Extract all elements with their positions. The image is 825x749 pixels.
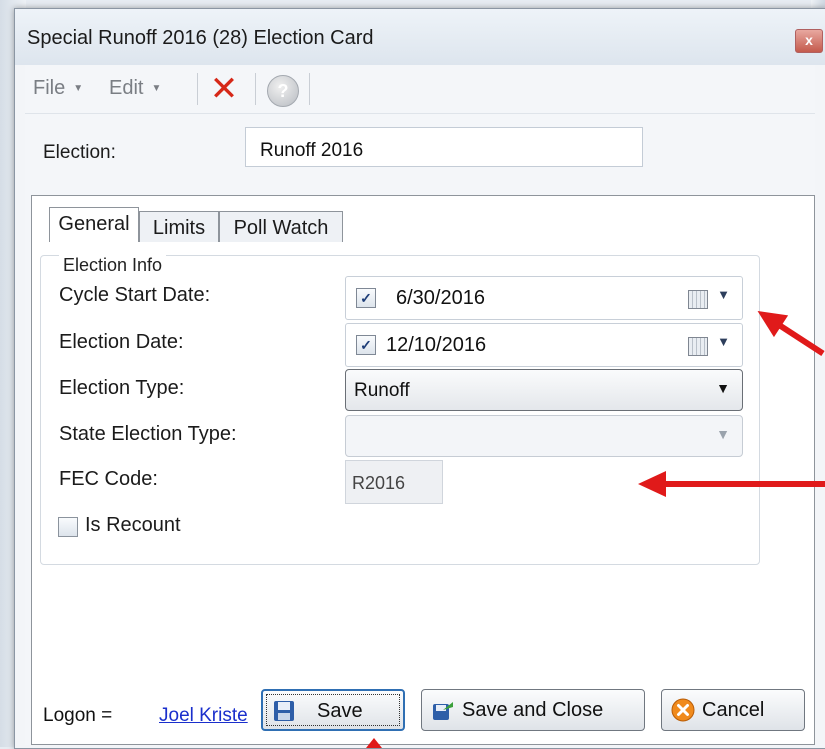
save-close-icon [433,702,453,720]
help-icon[interactable]: ? [267,75,299,107]
file-menu[interactable]: File ▼ [33,77,83,100]
cycle-start-label: Cycle Start Date: [59,284,211,306]
cancel-label: Cancel [702,699,765,721]
menu-bar: File ▼ Edit ▼ ✕ ? [25,65,815,114]
toolbar-separator [197,73,198,105]
window-client: File ▼ Edit ▼ ✕ ? Election: Runoff 2016 Ge… [25,65,815,745]
chevron-down-icon[interactable]: ▼ [717,287,730,302]
tab-general[interactable]: General [49,207,139,244]
fec-code-label: FEC Code: [59,468,158,490]
annotation-arrow [638,471,825,497]
chevron-down-icon[interactable]: ▼ [717,334,730,349]
cancel-button[interactable]: Cancel [661,689,805,731]
chevron-down-icon: ▼ [716,380,730,396]
chevron-down-icon: ▼ [151,83,162,95]
is-recount-label: Is Recount [85,514,181,536]
election-date-checkbox[interactable]: ✓ [356,335,376,355]
save-and-close-button[interactable]: Save and Close [421,689,645,731]
save-label: Save [317,700,363,722]
title-bar: Special Runoff 2016 (28) Election Card x [15,9,825,65]
calendar-icon[interactable] [688,290,708,309]
election-name-field[interactable]: Runoff 2016 [245,127,643,167]
save-icon [274,701,294,721]
election-date-picker[interactable]: ✓ 12/10/2016 ▼ [345,323,743,367]
election-date-value: 12/10/2016 [386,334,487,356]
save-and-close-label: Save and Close [462,699,604,721]
election-type-label: Election Type: [59,377,185,399]
tab-limits[interactable]: Limits [139,211,219,245]
delete-icon[interactable]: ✕ [207,72,241,106]
cycle-start-date-picker[interactable]: ✓ 6/30/2016 ▼ [345,276,743,320]
state-election-type-select[interactable]: ▼ [345,415,743,457]
file-menu-label: File [33,77,66,99]
save-button[interactable]: Save [261,689,405,731]
fec-code-field: R2016 [345,460,443,504]
election-type-value: Runoff [354,380,410,401]
group-title: Election Info [59,255,167,276]
tab-poll-watch[interactable]: Poll Watch [219,211,343,245]
edit-menu[interactable]: Edit ▼ [109,77,161,100]
chevron-down-icon: ▼ [716,426,730,442]
election-date-label: Election Date: [59,331,184,353]
window-title: Special Runoff 2016 (28) Election Card [27,27,374,49]
toolbar-separator [309,73,310,105]
election-card-window: Special Runoff 2016 (28) Election Card x… [14,8,825,749]
close-button[interactable]: x [795,29,823,53]
is-recount-checkbox[interactable] [58,517,78,537]
cancel-icon [671,698,695,722]
election-type-select[interactable]: Runoff ▼ [345,369,743,411]
election-label: Election: [43,142,116,163]
calendar-icon[interactable] [688,337,708,356]
logon-label: Logon = [43,705,113,726]
cycle-start-value: 6/30/2016 [396,287,485,309]
state-election-type-label: State Election Type: [59,423,237,445]
edit-menu-label: Edit [109,77,144,99]
toolbar-separator [255,73,256,105]
logon-user-link[interactable]: Joel Kriste [159,705,259,727]
chevron-down-icon: ▼ [73,83,84,95]
cycle-start-checkbox[interactable]: ✓ [356,288,376,308]
